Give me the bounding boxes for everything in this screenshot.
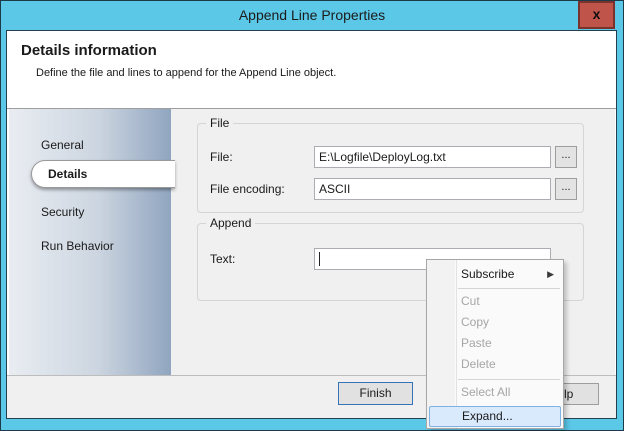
- menu-item-paste: Paste: [427, 333, 563, 354]
- ellipsis-icon: ...: [561, 181, 570, 193]
- context-menu: Subscribe ▶ Cut Copy Paste Delete Select…: [426, 259, 564, 429]
- dialog-client-area: Details information Define the file and …: [6, 30, 617, 419]
- page-title: Details information: [21, 42, 157, 59]
- sidebar-item-general[interactable]: General: [41, 136, 84, 154]
- close-icon: x: [593, 6, 601, 22]
- file-groupbox: File File: ... File encoding: ...: [197, 123, 584, 213]
- menu-separator: [458, 379, 560, 380]
- finish-button[interactable]: Finish: [338, 382, 413, 405]
- append-line-properties-dialog: Append Line Properties x Details informa…: [0, 0, 624, 431]
- menu-item-delete: Delete: [427, 354, 563, 375]
- encoding-browse-button[interactable]: ...: [555, 178, 577, 200]
- file-encoding-input[interactable]: [314, 178, 551, 200]
- title-bar[interactable]: Append Line Properties x: [1, 1, 623, 30]
- file-encoding-label: File encoding:: [210, 181, 285, 197]
- file-browse-button[interactable]: ...: [555, 146, 577, 168]
- menu-separator: [458, 288, 560, 289]
- file-label: File:: [210, 149, 233, 165]
- wizard-sidebar: General Details Security Run Behavior: [9, 109, 171, 375]
- append-groupbox-legend: Append: [206, 216, 255, 230]
- close-button[interactable]: x: [578, 1, 615, 29]
- text-caret: [319, 252, 320, 266]
- menu-item-cut: Cut: [427, 291, 563, 312]
- submenu-arrow-icon: ▶: [547, 263, 554, 286]
- page-subtitle: Define the file and lines to append for …: [36, 67, 336, 79]
- menu-item-expand[interactable]: Expand...: [429, 406, 561, 427]
- dialog-title: Append Line Properties: [1, 7, 623, 23]
- menu-item-copy: Copy: [427, 312, 563, 333]
- menu-item-subscribe[interactable]: Subscribe ▶: [427, 263, 563, 286]
- file-groupbox-legend: File: [206, 116, 233, 130]
- sidebar-item-run-behavior[interactable]: Run Behavior: [41, 237, 114, 255]
- dialog-frame: Append Line Properties x Details informa…: [1, 1, 623, 430]
- sidebar-item-security[interactable]: Security: [41, 203, 84, 221]
- file-path-input[interactable]: [314, 146, 551, 168]
- sidebar-item-details[interactable]: Details: [31, 160, 175, 188]
- text-label: Text:: [210, 251, 235, 267]
- menu-item-select-all: Select All: [427, 382, 563, 403]
- ellipsis-icon: ...: [561, 149, 570, 161]
